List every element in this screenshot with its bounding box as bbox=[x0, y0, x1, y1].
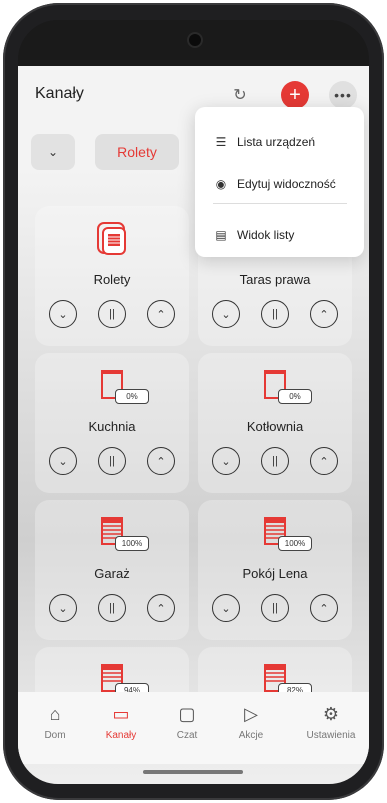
channel-controls: ⌄ || ⌃ bbox=[49, 300, 175, 330]
menu-item-list-view[interactable]: ▤ Widok listy bbox=[195, 220, 364, 250]
chat-icon: ▢ bbox=[178, 704, 196, 724]
plus-icon: + bbox=[289, 83, 301, 106]
channel-controls: ⌄ || ⌃ bbox=[212, 300, 338, 330]
tab-ustawienia[interactable]: ⚙ Ustawienia bbox=[296, 702, 366, 752]
list-view-icon: ▤ bbox=[215, 228, 227, 242]
eye-icon: ◉ bbox=[215, 177, 227, 191]
roller-group-icon bbox=[97, 222, 126, 255]
channel-card[interactable]: 100% Garaż ⌄ || ⌃ bbox=[35, 500, 189, 640]
up-button[interactable]: ⌃ bbox=[310, 447, 338, 475]
list-icon: ☰ bbox=[215, 135, 227, 149]
home-icon: ⌂ bbox=[49, 704, 61, 724]
tab-czat[interactable]: ▢ Czat bbox=[152, 702, 222, 752]
menu-item-label: Lista urządzeń bbox=[237, 135, 316, 149]
channel-controls: ⌄ || ⌃ bbox=[212, 594, 338, 624]
stop-button[interactable]: || bbox=[98, 447, 126, 475]
app-screen: Kanały ↻ + ••• ⌄ Rolety Rolety ⌄ || ⌃ Ta… bbox=[18, 20, 369, 784]
channel-card[interactable]: Rolety ⌄ || ⌃ bbox=[35, 206, 189, 346]
page-title: Kanały bbox=[35, 85, 84, 102]
menu-item-device-list[interactable]: ☰ Lista urządzeń bbox=[195, 127, 364, 157]
position-badge: 100% bbox=[278, 536, 312, 551]
more-menu: ☰ Lista urządzeń ◉ Edytuj widoczność ▤ W… bbox=[195, 107, 364, 257]
add-button[interactable]: + bbox=[281, 81, 309, 109]
tab-label: Czat bbox=[176, 730, 198, 741]
down-button[interactable]: ⌄ bbox=[49, 300, 77, 328]
tab-label: Akcje bbox=[238, 730, 264, 741]
position-badge: 0% bbox=[115, 389, 149, 404]
tab-akcje[interactable]: ▷ Akcje bbox=[216, 702, 286, 752]
channel-card[interactable]: 0% Kotłownia ⌄ || ⌃ bbox=[198, 353, 352, 493]
more-button[interactable]: ••• bbox=[329, 81, 357, 109]
stop-button[interactable]: || bbox=[261, 594, 289, 622]
tab-dom[interactable]: ⌂ Dom bbox=[20, 702, 90, 752]
menu-item-label: Edytuj widoczność bbox=[237, 177, 336, 191]
channel-name: Pokój Lena bbox=[242, 566, 308, 581]
tab-kanaly[interactable]: ▭ Kanały bbox=[86, 702, 156, 752]
home-indicator bbox=[143, 770, 243, 774]
channel-controls: ⌄ || ⌃ bbox=[49, 447, 175, 477]
stop-button[interactable]: || bbox=[261, 447, 289, 475]
channel-card[interactable]: 100% Pokój Lena ⌄ || ⌃ bbox=[198, 500, 352, 640]
gear-icon: ⚙ bbox=[322, 704, 340, 724]
filter-toggle-button[interactable]: ⌄ bbox=[31, 134, 75, 170]
stop-button[interactable]: || bbox=[98, 594, 126, 622]
menu-divider bbox=[213, 203, 347, 204]
phone: Kanały ↻ + ••• ⌄ Rolety Rolety ⌄ || ⌃ Ta… bbox=[0, 0, 387, 803]
more-icon: ••• bbox=[334, 87, 352, 103]
tab-label: Dom bbox=[44, 730, 66, 741]
channel-controls: ⌄ || ⌃ bbox=[212, 447, 338, 477]
down-button[interactable]: ⌄ bbox=[212, 300, 240, 328]
bottom-tab-bar: ⌂ Dom ▭ Kanały ▢ Czat ▷ Akcje ⚙ Ustawien… bbox=[18, 692, 369, 764]
menu-item-label: Widok listy bbox=[237, 228, 295, 242]
channel-card[interactable]: 0% Kuchnia ⌄ || ⌃ bbox=[35, 353, 189, 493]
channel-name: Kuchnia bbox=[88, 419, 136, 434]
front-camera bbox=[189, 34, 201, 46]
up-button[interactable]: ⌃ bbox=[310, 300, 338, 328]
menu-item-edit-visibility[interactable]: ◉ Edytuj widoczność bbox=[195, 169, 364, 199]
refresh-button[interactable]: ↻ bbox=[226, 81, 254, 109]
channel-name: Garaż bbox=[94, 566, 130, 581]
up-button[interactable]: ⌃ bbox=[147, 300, 175, 328]
channel-name: Kotłownia bbox=[246, 419, 304, 434]
filter-chip-rolety[interactable]: Rolety bbox=[95, 134, 179, 170]
up-button[interactable]: ⌃ bbox=[147, 594, 175, 622]
position-badge: 100% bbox=[115, 536, 149, 551]
down-button[interactable]: ⌄ bbox=[212, 447, 240, 475]
tv-icon: ▭ bbox=[112, 704, 130, 724]
stop-button[interactable]: || bbox=[98, 300, 126, 328]
up-button[interactable]: ⌃ bbox=[147, 447, 175, 475]
channel-name: Rolety bbox=[93, 272, 131, 287]
refresh-icon: ↻ bbox=[233, 87, 247, 104]
tab-label: Ustawienia bbox=[306, 730, 356, 741]
position-badge: 0% bbox=[278, 389, 312, 404]
play-icon: ▷ bbox=[244, 704, 258, 724]
down-button[interactable]: ⌄ bbox=[212, 594, 240, 622]
stop-button[interactable]: || bbox=[261, 300, 289, 328]
chevron-down-icon: ⌄ bbox=[47, 145, 59, 159]
down-button[interactable]: ⌄ bbox=[49, 447, 77, 475]
channel-name: Taras prawa bbox=[239, 272, 311, 287]
channel-controls: ⌄ || ⌃ bbox=[49, 594, 175, 624]
down-button[interactable]: ⌄ bbox=[49, 594, 77, 622]
tab-label: Kanały bbox=[105, 730, 137, 741]
up-button[interactable]: ⌃ bbox=[310, 594, 338, 622]
